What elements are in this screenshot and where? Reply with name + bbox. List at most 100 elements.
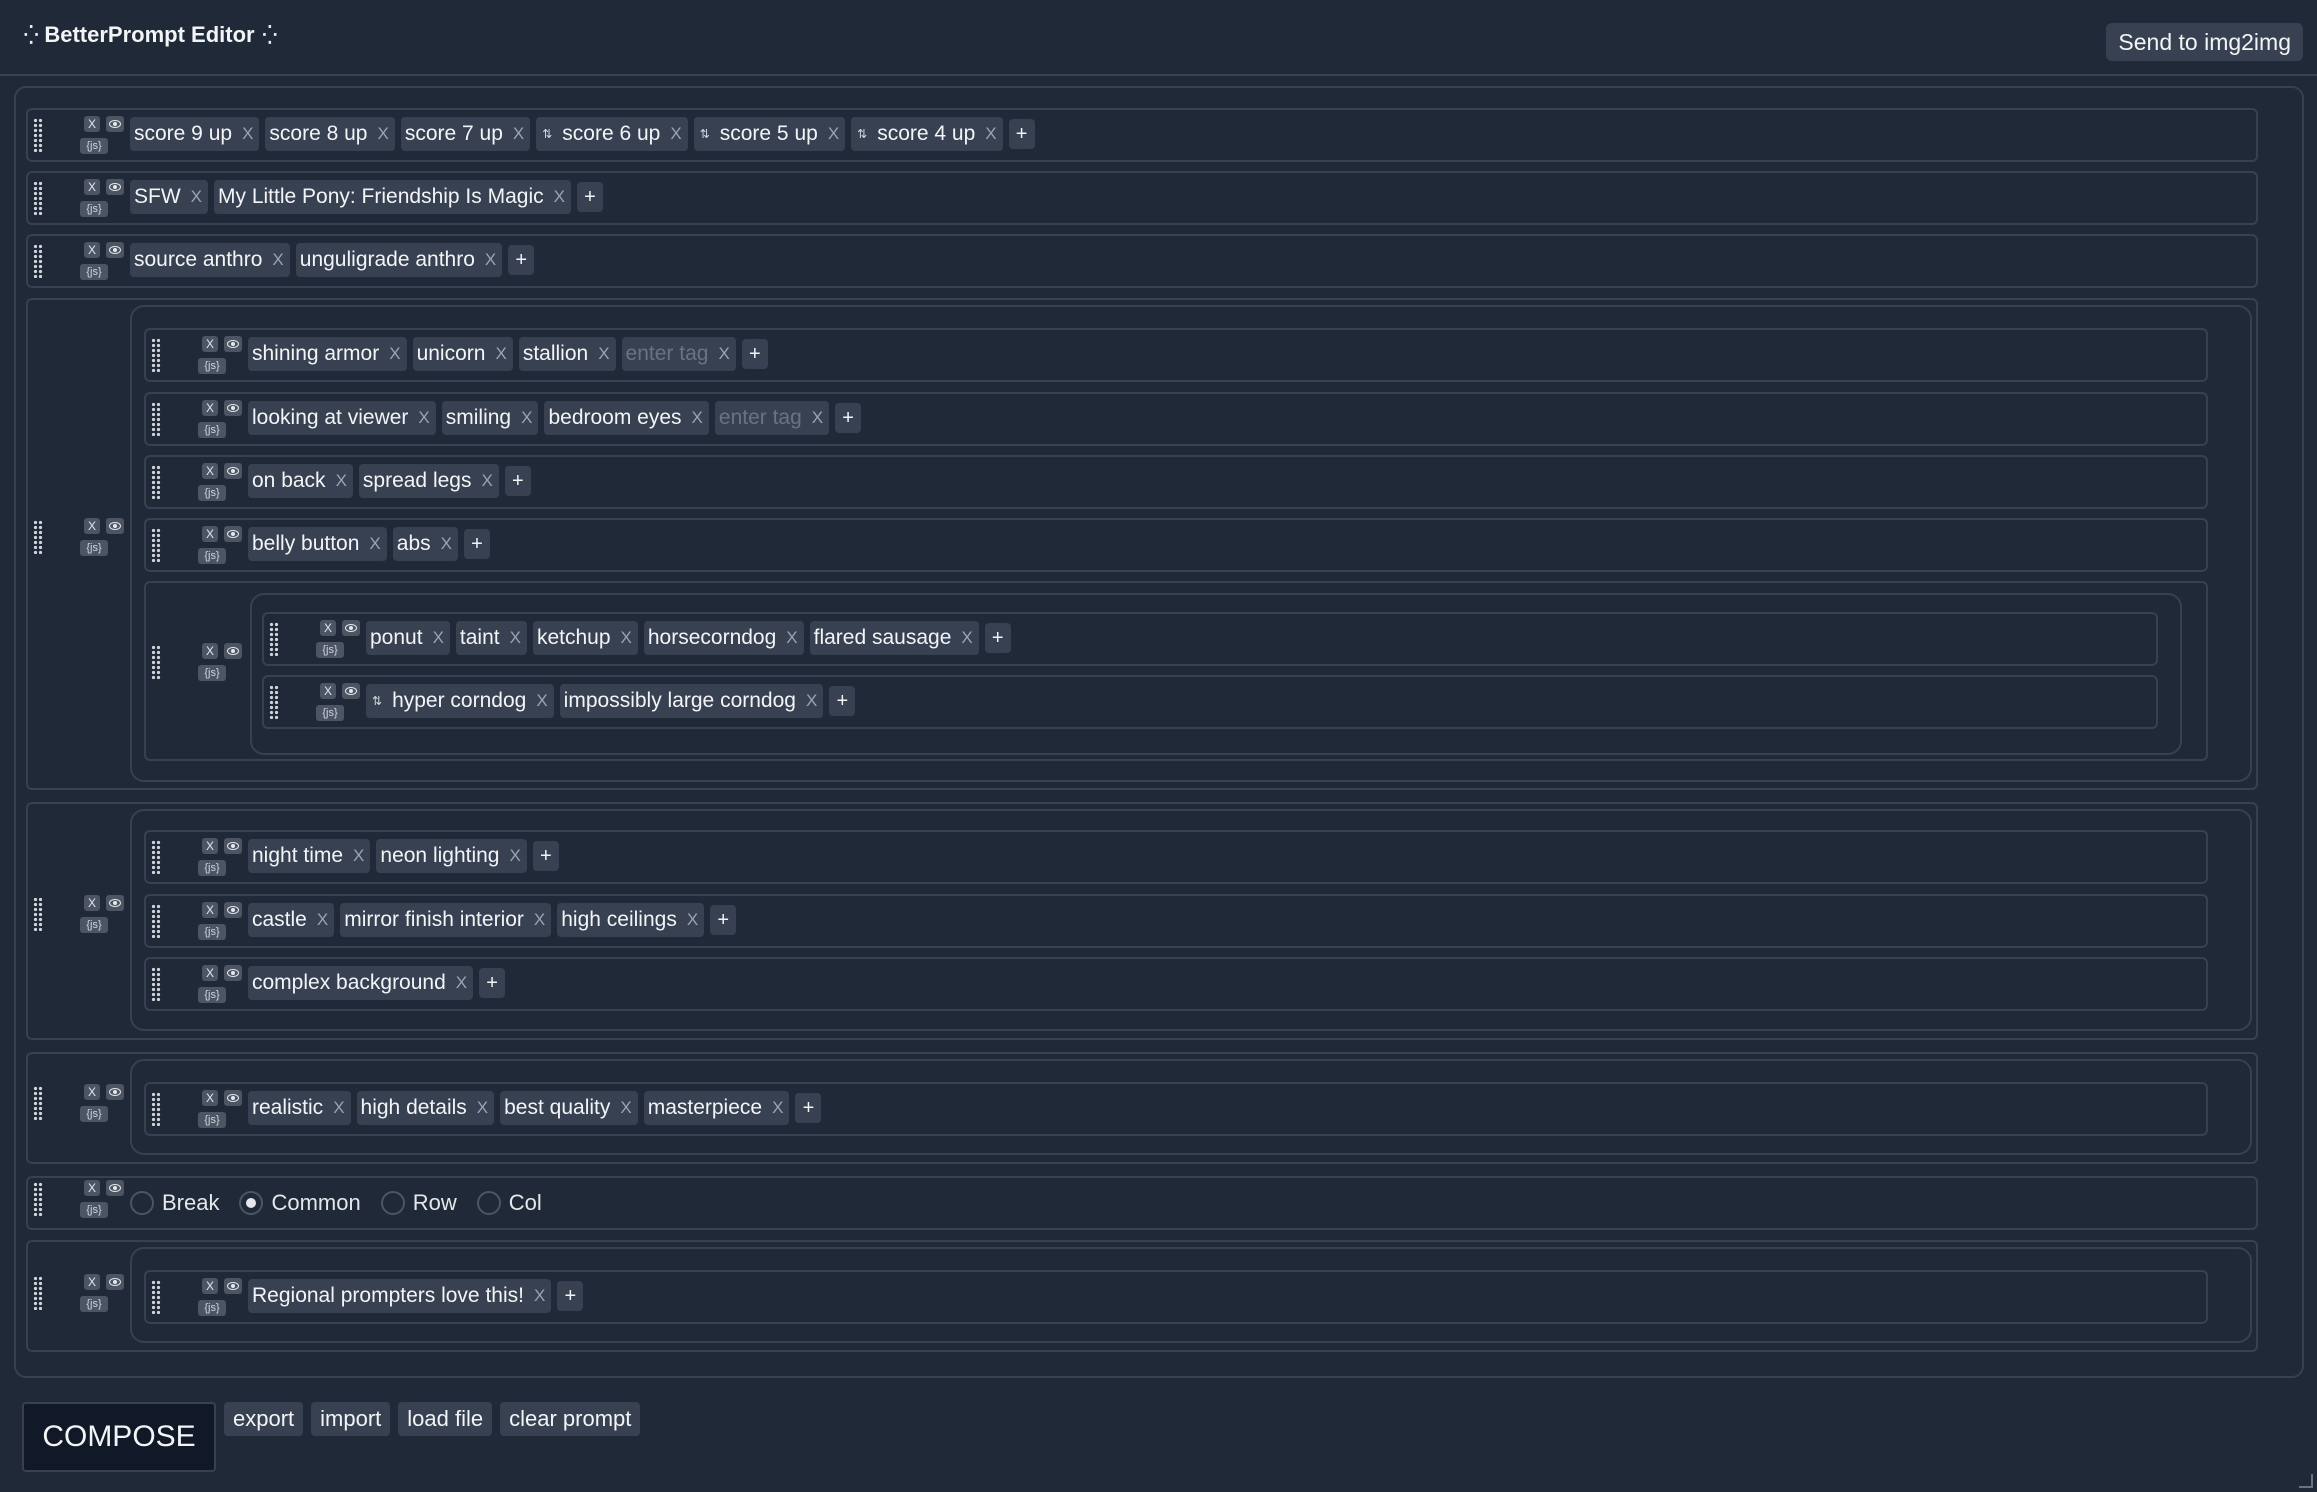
add-tag-button[interactable]: +	[710, 905, 737, 935]
remove-tag-button[interactable]: X	[242, 124, 253, 144]
js-button[interactable]: {js}	[198, 987, 226, 1003]
toggle-visibility-icon[interactable]	[106, 895, 124, 911]
remove-tag-button[interactable]: X	[485, 250, 496, 270]
remove-tag-button[interactable]: X	[692, 408, 703, 428]
js-button[interactable]: {js}	[80, 1106, 108, 1122]
drag-handle-icon[interactable]	[151, 1092, 161, 1126]
remove-row-button[interactable]: X	[84, 1084, 100, 1100]
prompt-tag[interactable]: on back X	[248, 464, 353, 498]
remove-tag-button[interactable]: X	[670, 124, 681, 144]
drag-handle-icon[interactable]	[33, 1182, 43, 1216]
remove-tag-button[interactable]: X	[389, 344, 400, 364]
drag-handle-icon[interactable]	[151, 465, 161, 499]
js-button[interactable]: {js}	[316, 705, 344, 721]
prompt-tag[interactable]: looking at viewer X	[248, 401, 436, 435]
remove-tag-button[interactable]: X	[598, 344, 609, 364]
js-button[interactable]: {js}	[198, 422, 226, 438]
remove-tag-button[interactable]: X	[687, 910, 698, 930]
toggle-visibility-icon[interactable]	[106, 1180, 124, 1196]
toggle-visibility-icon[interactable]	[106, 1274, 124, 1290]
remove-tag-button[interactable]: X	[621, 628, 632, 648]
resize-handle-icon[interactable]	[2299, 1474, 2313, 1488]
toggle-visibility-icon[interactable]	[224, 965, 242, 981]
prompt-tag[interactable]: ketchup X	[532, 621, 638, 655]
remove-row-button[interactable]: X	[320, 620, 336, 636]
toggle-visibility-icon[interactable]	[342, 683, 360, 699]
js-button[interactable]: {js}	[80, 138, 108, 154]
drag-handle-icon[interactable]	[33, 1276, 43, 1310]
prompt-tag[interactable]: ponut X	[366, 621, 450, 655]
toggle-visibility-icon[interactable]	[342, 620, 360, 636]
prompt-tag[interactable]: stallion X	[518, 337, 616, 371]
remove-row-button[interactable]: X	[84, 242, 100, 258]
load-file-button[interactable]: load file	[398, 1402, 493, 1436]
toggle-visibility-icon[interactable]	[224, 336, 242, 352]
prompt-tag[interactable]: abs X	[392, 527, 458, 561]
weight-icon[interactable]: ⇅	[372, 694, 382, 708]
remove-row-button[interactable]: X	[202, 463, 218, 479]
add-tag-button[interactable]: +	[508, 245, 535, 275]
drag-handle-icon[interactable]	[33, 897, 43, 931]
remove-row-button[interactable]: X	[202, 643, 218, 659]
remove-row-button[interactable]: X	[320, 683, 336, 699]
js-button[interactable]: {js}	[198, 358, 226, 374]
prompt-tag[interactable]: belly button X	[248, 527, 387, 561]
prompt-tag[interactable]: spread legs X	[358, 464, 499, 498]
toggle-visibility-icon[interactable]	[224, 1278, 242, 1294]
prompt-tag[interactable]: score 8 up X	[265, 117, 395, 151]
prompt-tag[interactable]: unguligrade anthro X	[295, 243, 503, 277]
prompt-tag[interactable]: mirror finish interior X	[340, 903, 552, 937]
remove-tag-button[interactable]: X	[353, 846, 364, 866]
add-tag-button[interactable]: +	[576, 182, 603, 212]
clear-prompt-button[interactable]: clear prompt	[500, 1402, 641, 1436]
prompt-tag[interactable]: realistic X	[248, 1091, 351, 1125]
drag-handle-icon[interactable]	[151, 528, 161, 562]
remove-tag-button[interactable]: X	[441, 534, 452, 554]
add-tag-button[interactable]: +	[795, 1093, 822, 1123]
js-button[interactable]: {js}	[80, 264, 108, 280]
drag-handle-icon[interactable]	[269, 622, 279, 656]
toggle-visibility-icon[interactable]	[224, 643, 242, 659]
drag-handle-icon[interactable]	[151, 1280, 161, 1314]
drag-handle-icon[interactable]	[151, 904, 161, 938]
remove-tag-button[interactable]: X	[786, 628, 797, 648]
add-tag-button[interactable]: +	[557, 1281, 584, 1311]
radio-row[interactable]	[380, 1191, 405, 1215]
new-tag-input[interactable]: enter tag X	[621, 337, 736, 371]
add-tag-button[interactable]: +	[829, 686, 856, 716]
remove-row-button[interactable]: X	[84, 116, 100, 132]
remove-row-button[interactable]: X	[202, 336, 218, 352]
prompt-tag[interactable]: ⇅ hyper corndog X	[366, 684, 554, 718]
remove-row-button[interactable]: X	[84, 895, 100, 911]
remove-tag-button[interactable]: X	[369, 534, 380, 554]
prompt-tag[interactable]: source anthro X	[130, 243, 290, 277]
prompt-tag[interactable]: unicorn X	[412, 337, 513, 371]
remove-row-button[interactable]: X	[202, 526, 218, 542]
remove-row-button[interactable]: X	[202, 1090, 218, 1106]
prompt-tag[interactable]: impossibly large corndog X	[559, 684, 824, 718]
drag-handle-icon[interactable]	[151, 338, 161, 372]
remove-row-button[interactable]: X	[84, 1180, 100, 1196]
remove-tag-button[interactable]: X	[510, 628, 521, 648]
remove-tag-button[interactable]: X	[418, 408, 429, 428]
js-button[interactable]: {js}	[80, 1202, 108, 1218]
remove-row-button[interactable]: X	[84, 179, 100, 195]
prompt-tag[interactable]: best quality X	[500, 1091, 638, 1125]
remove-tag-button[interactable]: X	[433, 628, 444, 648]
prompt-tag[interactable]: ⇅ score 4 up X	[851, 117, 1003, 151]
js-button[interactable]: {js}	[316, 642, 344, 658]
add-tag-button[interactable]: +	[1008, 119, 1035, 149]
prompt-tag[interactable]: complex background X	[248, 966, 474, 1000]
add-tag-button[interactable]: +	[984, 623, 1011, 653]
remove-tag-button[interactable]: X	[510, 846, 521, 866]
toggle-visibility-icon[interactable]	[224, 1090, 242, 1106]
add-tag-button[interactable]: +	[479, 968, 506, 998]
remove-row-button[interactable]: X	[202, 902, 218, 918]
add-tag-button[interactable]: +	[463, 529, 490, 559]
prompt-tag[interactable]: My Little Pony: Friendship Is Magic X	[214, 180, 571, 214]
remove-tag-button[interactable]: X	[377, 124, 388, 144]
remove-row-button[interactable]: X	[202, 838, 218, 854]
remove-tag-button[interactable]: X	[521, 408, 532, 428]
import-button[interactable]: import	[311, 1402, 391, 1436]
remove-tag-button[interactable]: X	[272, 250, 283, 270]
